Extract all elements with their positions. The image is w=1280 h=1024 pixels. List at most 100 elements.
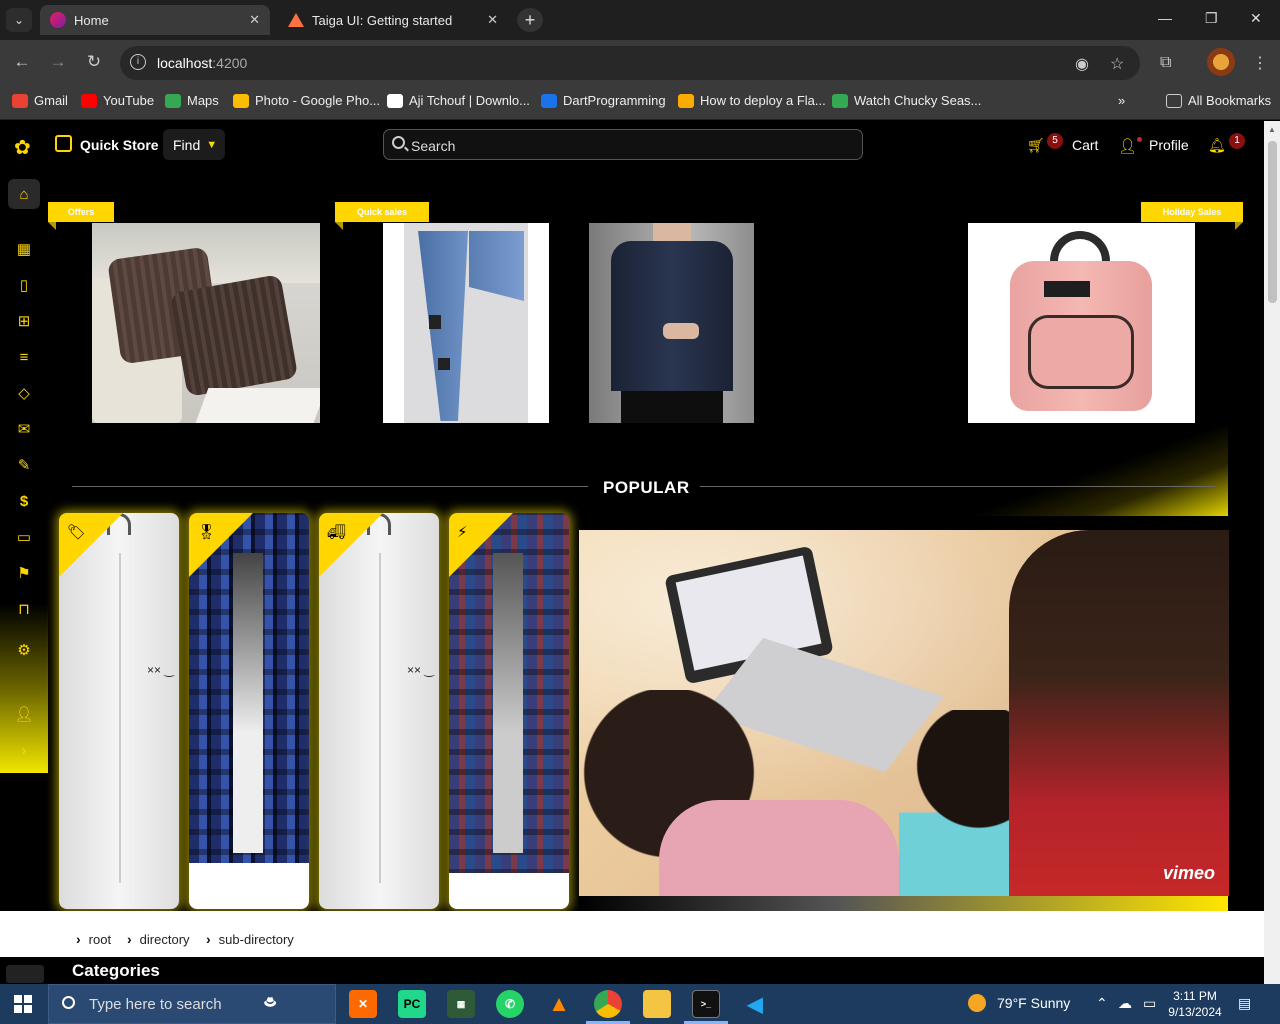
breadcrumb-root[interactable]: › root (76, 931, 111, 947)
mail-icon[interactable]: ✉ (8, 414, 40, 444)
close-window-icon[interactable]: ✕ (1250, 10, 1262, 27)
bookmark-chucky[interactable]: Watch Chucky Seas... (832, 93, 981, 108)
whatsapp-icon[interactable]: ✆ (496, 990, 524, 1018)
truck-icon: 🚚︎ (327, 524, 347, 541)
chrome-icon[interactable] (594, 990, 622, 1018)
grid-icon[interactable]: ▦ (8, 234, 40, 264)
folder-icon (1166, 93, 1182, 108)
bookmark-gmail[interactable]: Gmail (12, 93, 68, 108)
back-icon[interactable]: ← (11, 52, 33, 72)
promo-video[interactable]: vimeo (579, 530, 1229, 896)
gift-icon[interactable]: ⊞ (8, 306, 40, 336)
chevron-right-icon[interactable]: › (8, 735, 40, 765)
url-text[interactable]: localhost:4200 (157, 55, 247, 71)
vimeo-logo[interactable]: vimeo (1163, 863, 1215, 884)
bookmark-dart[interactable]: DartProgramming (541, 93, 666, 108)
dollar-icon[interactable]: $ (8, 486, 40, 516)
new-tab-button[interactable]: + (517, 8, 543, 32)
tab-taiga[interactable]: Taiga UI: Getting started ✕ (278, 5, 508, 35)
product-card[interactable]: ×× ‿ 🏷︎ (59, 513, 179, 909)
card-bottom (189, 863, 309, 909)
add-user-icon[interactable]: 👤︎ (8, 699, 40, 729)
page-scrollbar[interactable]: ▲ (1264, 121, 1280, 984)
bookmark-photos[interactable]: Photo - Google Pho... (233, 93, 380, 108)
weather-text[interactable]: 79°F Sunny (997, 995, 1070, 1011)
clipboard-icon[interactable]: ▯ (8, 270, 40, 300)
vscode-icon[interactable]: ◀ (741, 990, 769, 1018)
browser-tab-bar: ⌄ Home ✕ Taiga UI: Getting started ✕ + —… (0, 0, 1280, 40)
pycharm-icon[interactable]: PC (398, 990, 426, 1018)
backpack-pocket (1028, 315, 1134, 389)
restore-icon[interactable]: ❐ (1205, 10, 1218, 27)
cart-button[interactable]: 🛒︎ (1027, 137, 1045, 154)
pillows-photo[interactable] (92, 223, 320, 423)
all-bookmarks[interactable]: All Bookmarks (1166, 93, 1271, 108)
taskbar-clock[interactable]: 3:11 PM 9/13/2024 (1163, 988, 1227, 1020)
child-shirt (659, 800, 899, 896)
profile-label[interactable]: Profile (1149, 137, 1189, 153)
chip (6, 965, 44, 983)
xampp-icon[interactable]: ✕ (349, 990, 377, 1018)
bell-icon[interactable]: 🔔︎ (1208, 137, 1226, 154)
search-input[interactable]: Search (383, 129, 863, 160)
find-dropdown-button[interactable]: Find ▼ (163, 129, 225, 160)
windows-start-icon[interactable] (14, 995, 32, 1013)
home-icon[interactable]: ⌂ (8, 179, 40, 209)
breadcrumb-directory[interactable]: › directory (127, 931, 190, 947)
breadcrumb-sub-directory[interactable]: › sub-directory (206, 931, 294, 947)
terminal-icon[interactable]: >_ (692, 990, 720, 1018)
flag-icon[interactable]: ⚑ (8, 558, 40, 588)
eye-icon[interactable]: ◉ (1075, 54, 1089, 74)
store-name[interactable]: Quick Store (80, 137, 159, 153)
product-card[interactable]: ⚡︎ (449, 513, 569, 909)
tag-icon[interactable]: ◇ (8, 378, 40, 408)
network-icon[interactable]: ▭ (1143, 995, 1156, 1012)
bookmark-maps[interactable]: Maps (165, 93, 219, 108)
browser-toolbar: ← → ↻ i localhost:4200 ◉ ☆ ⧉ ⋮ (0, 40, 1280, 86)
more-bookmarks-icon[interactable]: » (1118, 93, 1125, 108)
categories-title: Categories (72, 961, 160, 980)
bookmark-aji[interactable]: Aji Tchouf | Downlo... (387, 93, 530, 108)
taskbar-search-input[interactable]: Type here to search 🎩︎ (48, 984, 336, 1024)
tab-home[interactable]: Home ✕ (40, 5, 270, 35)
card-icon[interactable]: ▭ (8, 522, 40, 552)
shirt-man-photo[interactable] (589, 223, 754, 423)
scroll-thumb[interactable] (1268, 141, 1277, 303)
jeans-photo[interactable] (383, 223, 549, 423)
reload-icon[interactable]: ↻ (83, 52, 105, 72)
close-tab-icon[interactable]: ✕ (487, 12, 498, 28)
app-icon[interactable]: ▦ (447, 990, 475, 1018)
minimize-icon[interactable]: — (1158, 10, 1172, 26)
notifications-icon[interactable]: ▤ (1238, 995, 1251, 1012)
pen-icon[interactable]: ✎ (8, 450, 40, 480)
cart-label[interactable]: Cart (1072, 137, 1098, 153)
onedrive-icon[interactable]: ☁ (1118, 995, 1132, 1012)
vlc-icon[interactable]: ▲ (545, 990, 573, 1018)
scroll-up-icon[interactable]: ▲ (1268, 125, 1276, 134)
settings-icon[interactable]: ⚙ (8, 635, 40, 665)
address-bar[interactable]: i localhost:4200 ◉ ☆ (120, 46, 1140, 80)
bookmark-flask[interactable]: How to deploy a Fla... (678, 93, 826, 108)
tab-search-button[interactable]: ⌄ (6, 8, 32, 32)
breadcrumb: › root › directory › sub-directory (0, 911, 1264, 957)
profile-avatar[interactable] (1207, 48, 1235, 76)
book (195, 388, 320, 423)
user-icon[interactable]: 👤︎ (1118, 137, 1137, 155)
product-card[interactable]: ×× ‿ 🚚︎ (319, 513, 439, 909)
bookmark-youtube[interactable]: YouTube (81, 93, 154, 108)
product-card[interactable]: 🎖︎ (189, 513, 309, 909)
forward-icon[interactable]: → (47, 52, 69, 72)
site-info-icon[interactable]: i (130, 54, 146, 70)
file-explorer-icon[interactable] (643, 990, 671, 1018)
gmail-icon (12, 93, 28, 108)
pink-backpack-photo[interactable] (968, 223, 1195, 423)
star-icon[interactable]: ☆ (1110, 54, 1124, 74)
menu-dots-icon[interactable]: ⋮ (1252, 53, 1268, 73)
sliders-icon[interactable]: ≡ (8, 342, 40, 372)
bookmark-icon[interactable]: ⊓ (8, 594, 40, 624)
chevron-right-icon: › (76, 931, 81, 947)
tray-chevron-icon[interactable]: ⌃ (1096, 995, 1108, 1012)
extensions-icon[interactable]: ⧉ (1160, 54, 1171, 72)
close-tab-icon[interactable]: ✕ (249, 12, 260, 28)
flower-logo-icon[interactable]: ✿ (14, 135, 31, 160)
